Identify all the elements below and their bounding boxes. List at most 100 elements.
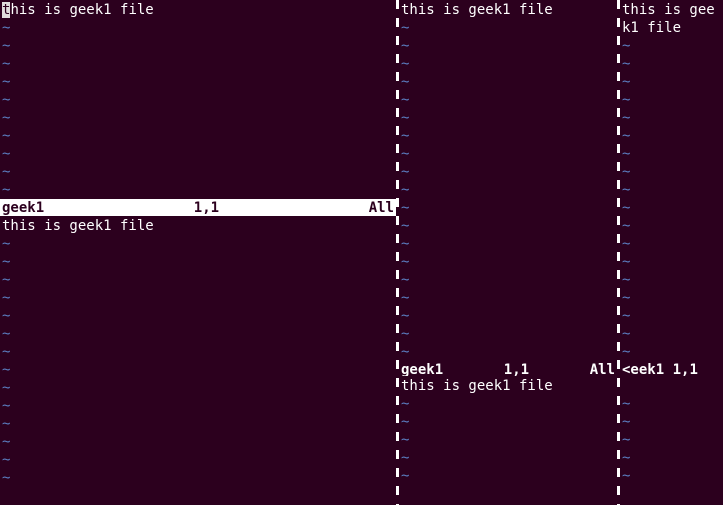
tilde-line: ~	[622, 236, 630, 252]
tilde-line: ~	[401, 308, 409, 324]
tilde-line: ~	[622, 326, 630, 342]
tilde-line: ~	[401, 92, 409, 108]
pane-bottom-right[interactable]: ~ ~ ~ ~ ~	[620, 376, 723, 505]
status-spacer	[664, 361, 672, 376]
pane-top-left[interactable]: this is geek1 file ~ ~ ~ ~ ~ ~ ~ ~ ~ ~ g…	[0, 0, 396, 216]
status-spacer	[443, 361, 504, 376]
buffer-bottom-middle[interactable]: this is geek1 file ~ ~ ~ ~ ~	[399, 376, 617, 505]
tilde-line: ~	[622, 128, 630, 144]
middle-column: this is geek1 file ~ ~ ~ ~ ~ ~ ~ ~ ~ ~ ~…	[399, 0, 617, 505]
tilde-line: ~	[2, 344, 10, 360]
tilde-line: ~	[401, 432, 409, 448]
tilde-line: ~	[622, 396, 630, 412]
left-column: this is geek1 file ~ ~ ~ ~ ~ ~ ~ ~ ~ ~ g…	[0, 0, 396, 505]
buffer-text: this is geek1 file	[401, 2, 553, 18]
tilde-line: ~	[622, 468, 630, 484]
tilde-line: ~	[2, 452, 10, 468]
status-line-top-right: <eek1 1,1	[620, 361, 723, 376]
pane-bottom-left[interactable]: this is geek1 file ~ ~ ~ ~ ~ ~ ~ ~ ~ ~ ~…	[0, 216, 396, 505]
tilde-line: ~	[2, 326, 10, 342]
status-filename: geek1	[2, 199, 44, 216]
status-filename: <eek1	[622, 361, 664, 376]
tilde-line: ~	[401, 236, 409, 252]
tilde-line: ~	[622, 414, 630, 430]
tilde-line: ~	[2, 92, 10, 108]
vim-screen: this is geek1 file ~ ~ ~ ~ ~ ~ ~ ~ ~ ~ g…	[0, 0, 723, 505]
tilde-line: ~	[622, 164, 630, 180]
tilde-line: ~	[401, 74, 409, 90]
tilde-line: ~	[401, 38, 409, 54]
tilde-line: ~	[622, 308, 630, 324]
tilde-line: ~	[622, 56, 630, 72]
tilde-line: ~	[2, 110, 10, 126]
tilde-line: ~	[401, 396, 409, 412]
buffer-bottom-right[interactable]: ~ ~ ~ ~ ~	[620, 376, 723, 505]
tilde-line: ~	[401, 414, 409, 430]
status-percent: All	[369, 199, 394, 216]
buffer-top-right[interactable]: this is gee k1 file ~ ~ ~ ~ ~ ~ ~ ~ ~ ~ …	[620, 0, 723, 361]
tilde-line: ~	[2, 470, 10, 486]
tilde-line: ~	[2, 128, 10, 144]
tilde-line: ~	[2, 56, 10, 72]
buffer-bottom-left[interactable]: this is geek1 file ~ ~ ~ ~ ~ ~ ~ ~ ~ ~ ~…	[0, 216, 396, 505]
status-spacer	[44, 199, 194, 216]
tilde-line: ~	[401, 290, 409, 306]
tilde-line: ~	[401, 56, 409, 72]
tilde-line: ~	[401, 326, 409, 342]
tilde-line: ~	[2, 20, 10, 36]
status-line-top-left: geek1 1,1 All	[0, 199, 396, 216]
tilde-line: ~	[401, 200, 409, 216]
right-column: this is gee k1 file ~ ~ ~ ~ ~ ~ ~ ~ ~ ~ …	[620, 0, 723, 505]
buffer-text: this is geek1 file	[401, 378, 553, 394]
tilde-line: ~	[401, 254, 409, 270]
pane-bottom-middle[interactable]: this is geek1 file ~ ~ ~ ~ ~	[399, 376, 617, 505]
tilde-line: ~	[2, 434, 10, 450]
tilde-line: ~	[2, 182, 10, 198]
tilde-line: ~	[401, 468, 409, 484]
tilde-line: ~	[2, 38, 10, 54]
buffer-text-line1: this is gee	[622, 2, 715, 18]
tilde-line: ~	[622, 218, 630, 234]
buffer-text: his is geek1 file	[10, 2, 153, 18]
tilde-line: ~	[401, 146, 409, 162]
tilde-line: ~	[401, 110, 409, 126]
tilde-line: ~	[2, 416, 10, 432]
tilde-line: ~	[2, 74, 10, 90]
tilde-line: ~	[622, 432, 630, 448]
buffer-top-middle[interactable]: this is geek1 file ~ ~ ~ ~ ~ ~ ~ ~ ~ ~ ~…	[399, 0, 617, 361]
buffer-top-left[interactable]: this is geek1 file ~ ~ ~ ~ ~ ~ ~ ~ ~ ~	[0, 0, 396, 199]
status-position: 1,1	[194, 199, 219, 216]
tilde-line: ~	[2, 164, 10, 180]
tilde-line: ~	[622, 146, 630, 162]
status-filename: geek1	[401, 361, 443, 376]
tilde-line: ~	[401, 20, 409, 36]
status-position: 1,1	[504, 361, 529, 376]
tilde-line: ~	[622, 110, 630, 126]
tilde-line: ~	[622, 74, 630, 90]
tilde-line: ~	[401, 344, 409, 360]
tilde-line: ~	[2, 380, 10, 396]
tilde-line: ~	[622, 272, 630, 288]
tilde-line: ~	[401, 128, 409, 144]
tilde-line: ~	[622, 182, 630, 198]
status-line-top-middle: geek1 1,1 All	[399, 361, 617, 376]
tilde-line: ~	[401, 164, 409, 180]
tilde-line: ~	[2, 146, 10, 162]
buffer-text-line2: k1 file	[622, 20, 681, 36]
tilde-line: ~	[401, 218, 409, 234]
buffer-text: this is geek1 file	[2, 218, 154, 234]
tilde-line: ~	[622, 254, 630, 270]
tilde-line: ~	[622, 92, 630, 108]
tilde-line: ~	[622, 450, 630, 466]
tilde-line: ~	[622, 290, 630, 306]
status-spacer	[529, 361, 590, 376]
status-percent: All	[590, 361, 615, 376]
tilde-line: ~	[622, 38, 630, 54]
tilde-line: ~	[2, 254, 10, 270]
tilde-line: ~	[622, 344, 630, 360]
status-position: 1,1	[673, 361, 698, 376]
pane-top-middle[interactable]: this is geek1 file ~ ~ ~ ~ ~ ~ ~ ~ ~ ~ ~…	[399, 0, 617, 376]
pane-top-right[interactable]: this is gee k1 file ~ ~ ~ ~ ~ ~ ~ ~ ~ ~ …	[620, 0, 723, 376]
tilde-line: ~	[2, 362, 10, 378]
tilde-line: ~	[2, 272, 10, 288]
